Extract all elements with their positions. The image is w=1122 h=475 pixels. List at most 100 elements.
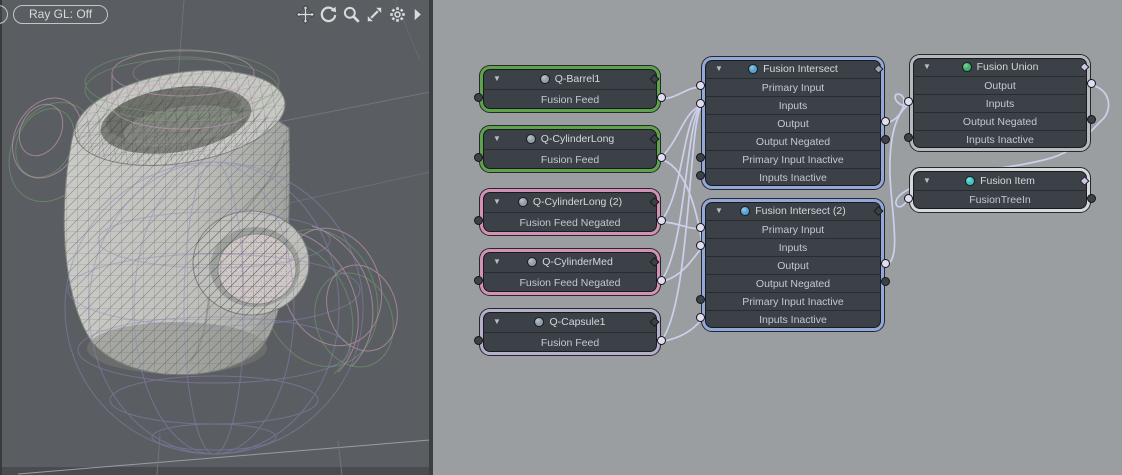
node-header[interactable]: ▼ Q-Capsule1: [483, 312, 657, 332]
port-inputs-inactive-left[interactable]: [696, 171, 705, 180]
collapse-triangle-icon[interactable]: ▼: [493, 258, 501, 266]
node-header[interactable]: ▼Fusion Intersect: [705, 60, 881, 78]
ray-gl-button[interactable]: Ray GL: Off: [13, 5, 108, 24]
port-fusion-feed-right[interactable]: [657, 153, 666, 162]
node-header[interactable]: ▼Q-Barrel1: [483, 69, 657, 89]
3d-viewport[interactable]: Ray GL: Off: [0, 0, 430, 475]
polyhedron-icon: [534, 317, 544, 327]
row-label: Inputs Inactive: [966, 134, 1034, 146]
row-label: Inputs: [779, 242, 808, 254]
node-row-inputs: Inputs: [705, 96, 881, 114]
app-window: Ray GL: Off: [0, 0, 1122, 475]
node-q-cylinderlong-2[interactable]: ▼ Q-CylinderLong (2) Fusion Feed Negated: [480, 189, 660, 235]
node-row-output: Output: [705, 114, 881, 132]
port-inputs-left[interactable]: [696, 241, 705, 250]
node-fusion-union[interactable]: ▼Fusion UnionOutputInputsOutput NegatedI…: [910, 55, 1090, 151]
node-header[interactable]: ▼ Q-CylinderLong (2): [483, 192, 657, 212]
pan-tool-icon[interactable]: [296, 5, 315, 24]
port-inputs-inactive-left[interactable]: [696, 313, 705, 322]
viewport-3d-scene[interactable]: [0, 0, 430, 475]
node-fusion-intersect-2[interactable]: ▼Fusion Intersect (2)Primary InputInputs…: [702, 199, 884, 331]
header-diamond-connector[interactable]: [1080, 62, 1090, 72]
header-diamond-connector[interactable]: [650, 74, 660, 84]
row-label: Output Negated: [756, 278, 830, 290]
collapse-triangle-icon[interactable]: ▼: [923, 63, 931, 71]
node-row-fusion-feed: Fusion Feed: [483, 149, 657, 169]
rotate-tool-icon[interactable]: [319, 5, 338, 24]
port-fusion-feed-left[interactable]: [474, 336, 483, 345]
node-q-cylinderlong[interactable]: ▼ Q-CylinderLong Fusion Feed: [480, 126, 660, 172]
port-output-right[interactable]: [881, 259, 890, 268]
node-fusion-intersect[interactable]: ▼Fusion IntersectPrimary InputInputsOutp…: [702, 57, 884, 189]
node-header[interactable]: ▼Fusion Union: [913, 58, 1087, 76]
row-label: Inputs: [779, 100, 808, 112]
header-diamond-connector[interactable]: [650, 134, 660, 144]
header-diamond-connector[interactable]: [874, 64, 884, 74]
port-inputs-left[interactable]: [904, 97, 913, 106]
zoom-tool-icon[interactable]: [342, 5, 361, 24]
node-q-capsule1[interactable]: ▼Q-Capsule1Fusion Feed: [480, 309, 660, 355]
more-tools-icon[interactable]: [411, 5, 424, 24]
node-q-cylindermed[interactable]: ▼Q-CylinderMedFusion Feed Negated: [480, 249, 660, 295]
header-diamond-connector[interactable]: [650, 197, 660, 207]
collapse-triangle-icon[interactable]: ▼: [923, 177, 931, 185]
node-q-barrel1[interactable]: ▼Q-Barrel1 Fusion Feed: [480, 66, 660, 112]
header-diamond-connector[interactable]: [874, 206, 884, 216]
node-row-primary-input-inactive: Primary Input Inactive: [705, 292, 881, 310]
port-fusion-feed-left[interactable]: [474, 153, 483, 162]
port-fusion-feed-negated-right[interactable]: [657, 276, 666, 285]
row-label: Primary Input Inactive: [742, 154, 844, 166]
node-row-output-negated: Output Negated: [705, 132, 881, 150]
maximize-tool-icon[interactable]: [365, 5, 384, 24]
node-title: Q-CylinderLong (2): [533, 196, 622, 208]
port-fusiontreein-right[interactable]: [1087, 194, 1096, 203]
node-fusion-item[interactable]: ▼Fusion ItemFusionTreeIn: [910, 168, 1090, 212]
port-fusion-feed-negated-left[interactable]: [474, 276, 483, 285]
node-title: Fusion Intersect (2): [755, 205, 845, 217]
port-fusiontreein-left[interactable]: [904, 194, 913, 203]
port-inputs-left[interactable]: [696, 99, 705, 108]
node-row-inputs: Inputs: [705, 238, 881, 256]
port-primary-input-inactive-left[interactable]: [696, 295, 705, 304]
port-output-negated-right[interactable]: [881, 135, 890, 144]
header-diamond-connector[interactable]: [1080, 176, 1090, 186]
port-output-negated-right[interactable]: [1087, 115, 1096, 124]
item-icon: [965, 176, 975, 186]
port-fusion-feed-left[interactable]: [474, 93, 483, 102]
port-inputs-inactive-left[interactable]: [904, 133, 913, 142]
settings-tool-icon[interactable]: [388, 5, 407, 24]
node-title: Q-Capsule1: [549, 316, 605, 328]
collapse-triangle-icon[interactable]: ▼: [493, 135, 501, 143]
row-label: Fusion Feed: [541, 94, 599, 106]
port-output-right[interactable]: [881, 117, 890, 126]
port-output-right[interactable]: [1087, 79, 1096, 88]
collapse-triangle-icon[interactable]: ▼: [715, 207, 723, 215]
collapse-triangle-icon[interactable]: ▼: [493, 318, 501, 326]
port-fusion-feed-right[interactable]: [657, 93, 666, 102]
intersect-icon: [740, 206, 750, 216]
row-label: Fusion Feed Negated: [520, 217, 621, 229]
collapse-triangle-icon[interactable]: ▼: [493, 198, 501, 206]
port-primary-input-left[interactable]: [696, 223, 705, 232]
node-header[interactable]: ▼ Fusion Intersect (2): [705, 202, 881, 220]
node-header[interactable]: ▼ Q-CylinderLong: [483, 129, 657, 149]
collapse-triangle-icon[interactable]: ▼: [715, 65, 723, 73]
node-header[interactable]: ▼Fusion Item: [913, 171, 1087, 190]
port-fusion-feed-negated-left[interactable]: [474, 216, 483, 225]
header-diamond-connector[interactable]: [650, 257, 660, 267]
port-primary-input-inactive-left[interactable]: [696, 153, 705, 162]
port-fusion-feed-negated-right[interactable]: [657, 216, 666, 225]
node-title: Q-CylinderLong: [541, 133, 615, 145]
node-row-output: Output: [705, 256, 881, 274]
header-diamond-connector[interactable]: [650, 317, 660, 327]
node-row-fusiontreein: FusionTreeIn: [913, 190, 1087, 209]
node-row-primary-input-inactive: Primary Input Inactive: [705, 150, 881, 168]
polyhedron-icon: [518, 197, 528, 207]
port-primary-input-left[interactable]: [696, 81, 705, 90]
collapse-triangle-icon[interactable]: ▼: [493, 75, 501, 83]
port-fusion-feed-right[interactable]: [657, 336, 666, 345]
schematic-view[interactable]: ▼Q-Barrel1 Fusion Feed ▼ Q-CylinderLong Fusi…: [433, 0, 1122, 475]
node-header[interactable]: ▼Q-CylinderMed: [483, 252, 657, 272]
port-output-negated-right[interactable]: [881, 277, 890, 286]
row-label: Output: [777, 260, 809, 272]
